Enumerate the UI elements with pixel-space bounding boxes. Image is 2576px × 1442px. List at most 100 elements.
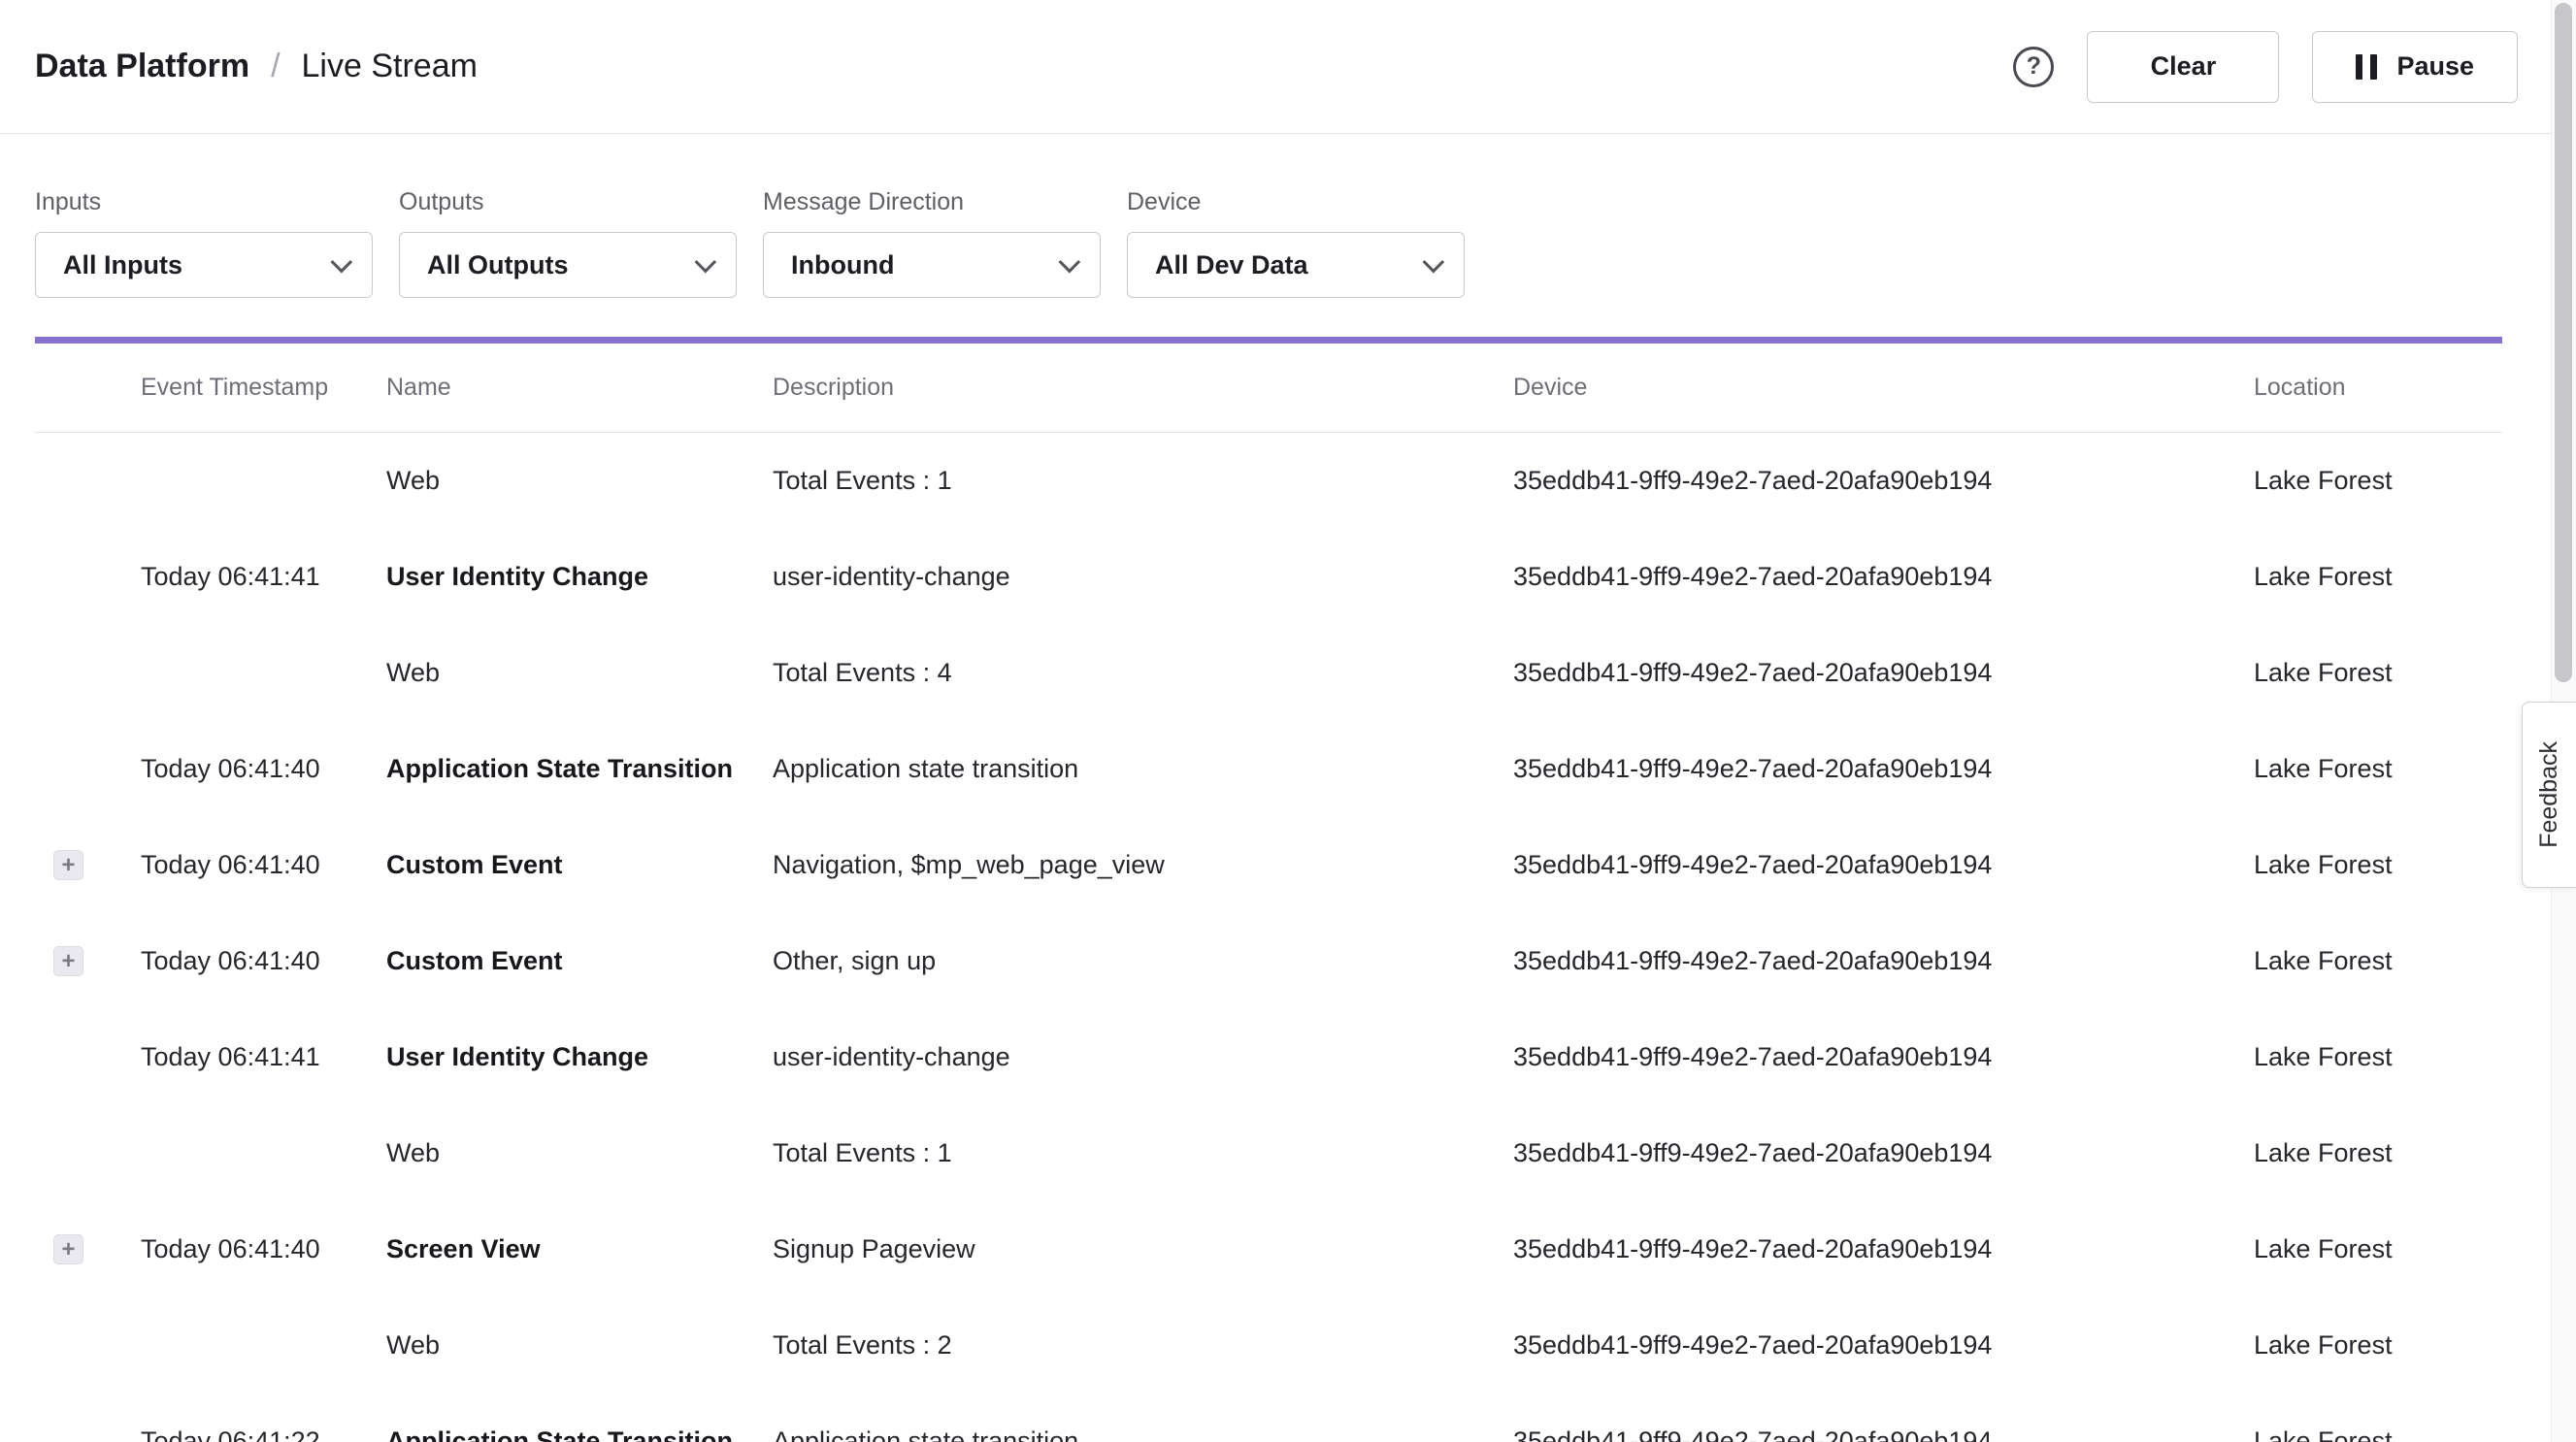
table-row[interactable]: + Today 06:41:40 Screen View Signup Page… xyxy=(35,1201,2502,1297)
event-name: Application State Transition xyxy=(386,754,773,784)
event-timestamp: Today 06:41:41 xyxy=(141,562,386,592)
event-name: Web xyxy=(386,658,773,688)
filter-inputs: Inputs All Inputs xyxy=(35,188,373,298)
event-description: user-identity-change xyxy=(773,1042,1513,1072)
chevron-down-icon xyxy=(1059,251,1081,274)
filter-outputs: Outputs All Outputs xyxy=(399,188,737,298)
inputs-dropdown[interactable]: All Inputs xyxy=(35,232,373,298)
filter-message-direction: Message Direction Inbound xyxy=(763,188,1101,298)
table-header-row: Event Timestamp Name Description Device … xyxy=(35,344,2502,433)
event-location: Lake Forest xyxy=(2254,562,2502,592)
event-device-id: 35eddb41-9ff9-49e2-7aed-20afa90eb194 xyxy=(1513,658,2254,688)
pause-button-label: Pause xyxy=(2396,51,2474,82)
breadcrumb-separator: / xyxy=(271,48,280,85)
event-device-id: 35eddb41-9ff9-49e2-7aed-20afa90eb194 xyxy=(1513,1330,2254,1360)
column-header-name: Name xyxy=(386,374,773,402)
breadcrumb-live-stream: Live Stream xyxy=(302,48,478,85)
filter-inputs-label: Inputs xyxy=(35,188,373,216)
table-row[interactable]: Today 06:41:22 Application State Transit… xyxy=(35,1393,2502,1442)
event-location: Lake Forest xyxy=(2254,1138,2502,1168)
message-direction-dropdown-value: Inbound xyxy=(791,250,894,280)
event-device-id: 35eddb41-9ff9-49e2-7aed-20afa90eb194 xyxy=(1513,562,2254,592)
event-timestamp: Today 06:41:40 xyxy=(141,1234,386,1264)
event-name: Custom Event xyxy=(386,946,773,976)
event-location: Lake Forest xyxy=(2254,1330,2502,1360)
feedback-tab[interactable]: Feedback xyxy=(2522,702,2576,888)
event-description: Total Events : 4 xyxy=(773,658,1513,688)
event-location: Lake Forest xyxy=(2254,850,2502,880)
event-device-id: 35eddb41-9ff9-49e2-7aed-20afa90eb194 xyxy=(1513,850,2254,880)
chevron-down-icon xyxy=(695,251,717,274)
table-row[interactable]: Web Total Events : 1 35eddb41-9ff9-49e2-… xyxy=(35,433,2502,529)
column-header-event-timestamp: Event Timestamp xyxy=(141,374,386,402)
expand-row-button[interactable]: + xyxy=(53,850,83,880)
event-name: Web xyxy=(386,1138,773,1168)
table-row[interactable]: Web Total Events : 1 35eddb41-9ff9-49e2-… xyxy=(35,1105,2502,1201)
event-name: User Identity Change xyxy=(386,562,773,592)
breadcrumb: Data Platform / Live Stream xyxy=(35,48,478,85)
event-device-id: 35eddb41-9ff9-49e2-7aed-20afa90eb194 xyxy=(1513,466,2254,496)
inputs-dropdown-value: All Inputs xyxy=(63,250,182,280)
plus-icon: + xyxy=(61,950,75,973)
breadcrumb-data-platform[interactable]: Data Platform xyxy=(35,48,249,85)
event-device-id: 35eddb41-9ff9-49e2-7aed-20afa90eb194 xyxy=(1513,946,2254,976)
table-row[interactable]: Today 06:41:41 User Identity Change user… xyxy=(35,529,2502,625)
event-description: Application state transition xyxy=(773,1426,1513,1442)
chevron-down-icon xyxy=(1423,251,1445,274)
column-header-device: Device xyxy=(1513,374,2254,402)
plus-icon: + xyxy=(61,1238,75,1262)
event-location: Lake Forest xyxy=(2254,754,2502,784)
event-location: Lake Forest xyxy=(2254,466,2502,496)
scrollbar-thumb[interactable] xyxy=(2555,3,2572,682)
event-description: Total Events : 2 xyxy=(773,1330,1513,1360)
accent-divider xyxy=(35,337,2502,344)
clear-button-label: Clear xyxy=(2151,51,2217,82)
clear-button[interactable]: Clear xyxy=(2087,31,2279,103)
event-device-id: 35eddb41-9ff9-49e2-7aed-20afa90eb194 xyxy=(1513,1042,2254,1072)
event-device-id: 35eddb41-9ff9-49e2-7aed-20afa90eb194 xyxy=(1513,1138,2254,1168)
help-icon[interactable]: ? xyxy=(2013,47,2054,87)
event-device-id: 35eddb41-9ff9-49e2-7aed-20afa90eb194 xyxy=(1513,1426,2254,1442)
outputs-dropdown-value: All Outputs xyxy=(427,250,568,280)
filter-message-direction-label: Message Direction xyxy=(763,188,1101,216)
filter-bar: Inputs All Inputs Outputs All Outputs Me… xyxy=(35,134,2502,298)
event-name: Application State Transition xyxy=(386,1426,773,1442)
event-name: Web xyxy=(386,466,773,496)
table-row[interactable]: Today 06:41:40 Application State Transit… xyxy=(35,721,2502,817)
event-timestamp: Today 06:41:40 xyxy=(141,946,386,976)
event-description: Signup Pageview xyxy=(773,1234,1513,1264)
event-name: Screen View xyxy=(386,1234,773,1264)
table-row[interactable]: Web Total Events : 4 35eddb41-9ff9-49e2-… xyxy=(35,625,2502,721)
filter-outputs-label: Outputs xyxy=(399,188,737,216)
event-description: Total Events : 1 xyxy=(773,466,1513,496)
event-timestamp: Today 06:41:40 xyxy=(141,850,386,880)
main-content: Inputs All Inputs Outputs All Outputs Me… xyxy=(0,134,2576,1442)
device-dropdown[interactable]: All Dev Data xyxy=(1127,232,1465,298)
message-direction-dropdown[interactable]: Inbound xyxy=(763,232,1101,298)
event-description: Other, sign up xyxy=(773,946,1513,976)
expand-row-button[interactable]: + xyxy=(53,1234,83,1264)
column-header-description: Description xyxy=(773,374,1513,402)
outputs-dropdown[interactable]: All Outputs xyxy=(399,232,737,298)
table-row[interactable]: + Today 06:41:40 Custom Event Other, sig… xyxy=(35,913,2502,1009)
filter-device-label: Device xyxy=(1127,188,1465,216)
event-description: user-identity-change xyxy=(773,562,1513,592)
header-actions: ? Clear Pause xyxy=(2013,31,2518,103)
pause-icon xyxy=(2356,54,2377,80)
table-row[interactable]: + Today 06:41:40 Custom Event Navigation… xyxy=(35,817,2502,913)
header: Data Platform / Live Stream ? Clear Paus… xyxy=(0,0,2576,134)
pause-button[interactable]: Pause xyxy=(2312,31,2518,103)
table-row[interactable]: Web Total Events : 2 35eddb41-9ff9-49e2-… xyxy=(35,1297,2502,1393)
expand-row-button[interactable]: + xyxy=(53,946,83,976)
event-timestamp: Today 06:41:40 xyxy=(141,754,386,784)
event-description: Navigation, $mp_web_page_view xyxy=(773,850,1513,880)
table-row[interactable]: Today 06:41:41 User Identity Change user… xyxy=(35,1009,2502,1105)
event-name: Web xyxy=(386,1330,773,1360)
filter-device: Device All Dev Data xyxy=(1127,188,1465,298)
event-location: Lake Forest xyxy=(2254,1042,2502,1072)
event-location: Lake Forest xyxy=(2254,946,2502,976)
event-description: Total Events : 1 xyxy=(773,1138,1513,1168)
event-name: User Identity Change xyxy=(386,1042,773,1072)
event-timestamp: Today 06:41:22 xyxy=(141,1426,386,1442)
event-device-id: 35eddb41-9ff9-49e2-7aed-20afa90eb194 xyxy=(1513,1234,2254,1264)
